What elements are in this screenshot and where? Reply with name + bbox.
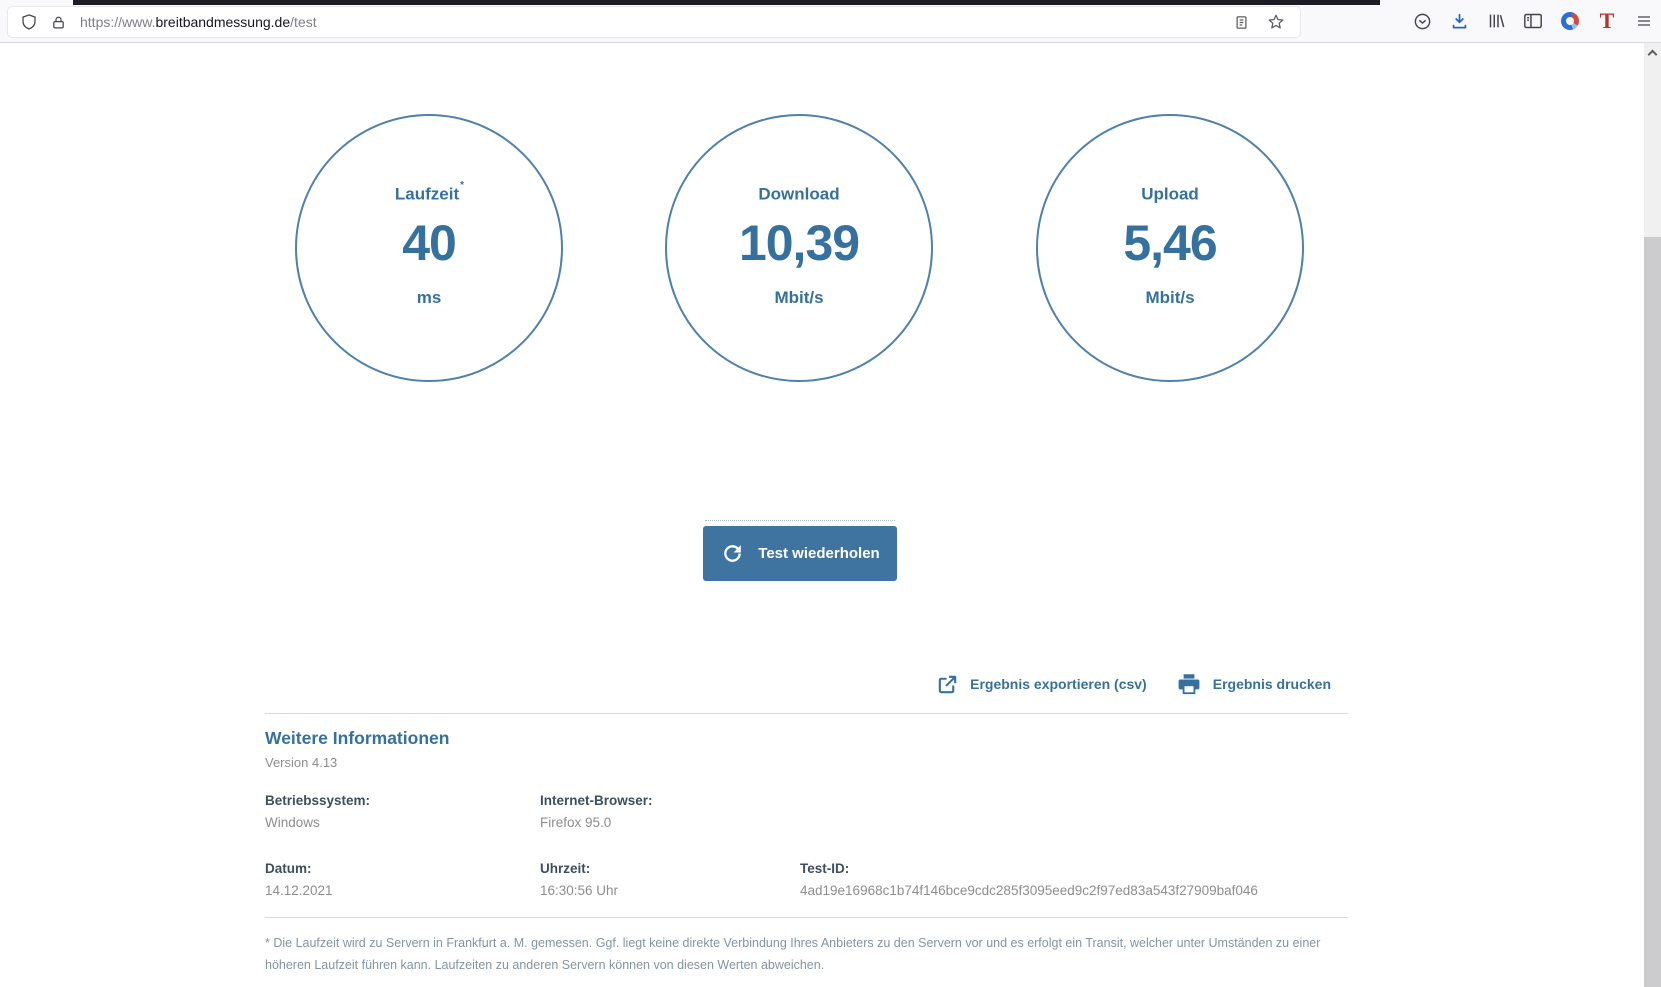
lock-icon[interactable] (51, 14, 66, 31)
pocket-icon (1413, 12, 1432, 31)
card-label: Laufzeit* (297, 180, 561, 206)
section-divider (265, 917, 1348, 918)
extension-t-button[interactable]: T (1597, 11, 1617, 31)
toolbar-actions: T (1412, 0, 1654, 42)
info-label-internet-browser: Internet-Browser: (540, 793, 653, 808)
window-top-edge (73, 0, 1380, 5)
sidebar-icon (1523, 12, 1543, 30)
export-icon (935, 673, 960, 696)
result-actions: Ergebnis exportieren (csv) Ergebnis druc… (935, 671, 1331, 697)
sidebar-button[interactable] (1523, 11, 1543, 31)
info-label-test-id: Test-ID: (800, 861, 849, 876)
card-value: 5,46 (1038, 214, 1302, 272)
button-focus-outline (705, 520, 895, 521)
result-card-laufzeit: Laufzeit* 40 ms (295, 114, 563, 382)
info-label-uhrzeit: Uhrzeit: (540, 861, 590, 876)
info-value-test-id: 4ad19e16968c1b74f146bce9cdc285f3095eed9c… (800, 883, 1258, 898)
hamburger-icon (1635, 13, 1653, 29)
export-label: Ergebnis exportieren (csv) (970, 676, 1147, 692)
url-host: breitbandmessung.de (155, 14, 290, 30)
info-value-betriebssystem: Windows (265, 815, 320, 830)
info-heading: Weitere Informationen (265, 728, 449, 749)
refresh-icon (720, 541, 745, 566)
browser-window: https://www.breitbandmessung.de/test (0, 0, 1661, 987)
scrollbar[interactable] (1644, 43, 1661, 987)
library-icon (1487, 12, 1506, 30)
pocket-button[interactable] (1412, 11, 1432, 31)
info-value-internet-browser: Firefox 95.0 (540, 815, 611, 830)
version-text: Version 4.13 (265, 755, 337, 770)
button-label: Test wiederholen (758, 545, 879, 562)
downloads-button[interactable] (1449, 11, 1469, 31)
print-label: Ergebnis drucken (1213, 676, 1331, 692)
result-card-download: Download 10,39 Mbit/s (665, 114, 933, 382)
reader-mode-icon[interactable] (1231, 12, 1251, 32)
t-extension-icon: T (1600, 10, 1615, 32)
url-path: /test (290, 14, 316, 30)
footnote-text: * Die Laufzeit wird zu Servern in Frankf… (265, 932, 1353, 976)
scrollbar-thumb[interactable] (1644, 237, 1661, 987)
card-unit: ms (297, 288, 561, 308)
test-wiederholen-button[interactable]: Test wiederholen (703, 526, 897, 581)
info-label-betriebssystem: Betriebssystem: (265, 793, 370, 808)
shield-icon[interactable] (20, 13, 38, 31)
card-value: 10,39 (667, 214, 931, 272)
result-card-upload: Upload 5,46 Mbit/s (1036, 114, 1304, 382)
page-content: Laufzeit* 40 ms Download 10,39 Mbit/s Up… (0, 44, 1644, 987)
menu-button[interactable] (1634, 11, 1654, 31)
export-csv-link[interactable]: Ergebnis exportieren (csv) (935, 673, 1147, 696)
info-label-datum: Datum: (265, 861, 312, 876)
chevron-up-icon (1648, 49, 1658, 59)
card-value: 40 (297, 214, 561, 272)
url-scheme: https://www. (80, 14, 155, 30)
browser-toolbar: https://www.breitbandmessung.de/test (0, 0, 1661, 43)
card-unit: Mbit/s (667, 288, 931, 308)
section-divider (265, 713, 1348, 714)
card-unit: Mbit/s (1038, 288, 1302, 308)
card-label: Download (667, 180, 931, 206)
info-value-uhrzeit: 16:30:56 Uhr (540, 883, 618, 898)
footnote-asterisk: * (460, 180, 464, 191)
library-button[interactable] (1486, 11, 1506, 31)
extension-donut-button[interactable] (1560, 11, 1580, 31)
info-value-datum: 14.12.2021 (265, 883, 333, 898)
card-label: Upload (1038, 180, 1302, 206)
print-link[interactable]: Ergebnis drucken (1175, 671, 1331, 697)
scroll-up-button[interactable] (1644, 43, 1661, 61)
donut-extension-icon (1561, 12, 1579, 30)
bookmark-star-icon[interactable] (1266, 12, 1286, 32)
download-icon (1450, 12, 1469, 31)
url-bar[interactable]: https://www.breitbandmessung.de/test (8, 7, 1300, 37)
printer-icon (1175, 671, 1203, 697)
url-text[interactable]: https://www.breitbandmessung.de/test (80, 14, 317, 30)
